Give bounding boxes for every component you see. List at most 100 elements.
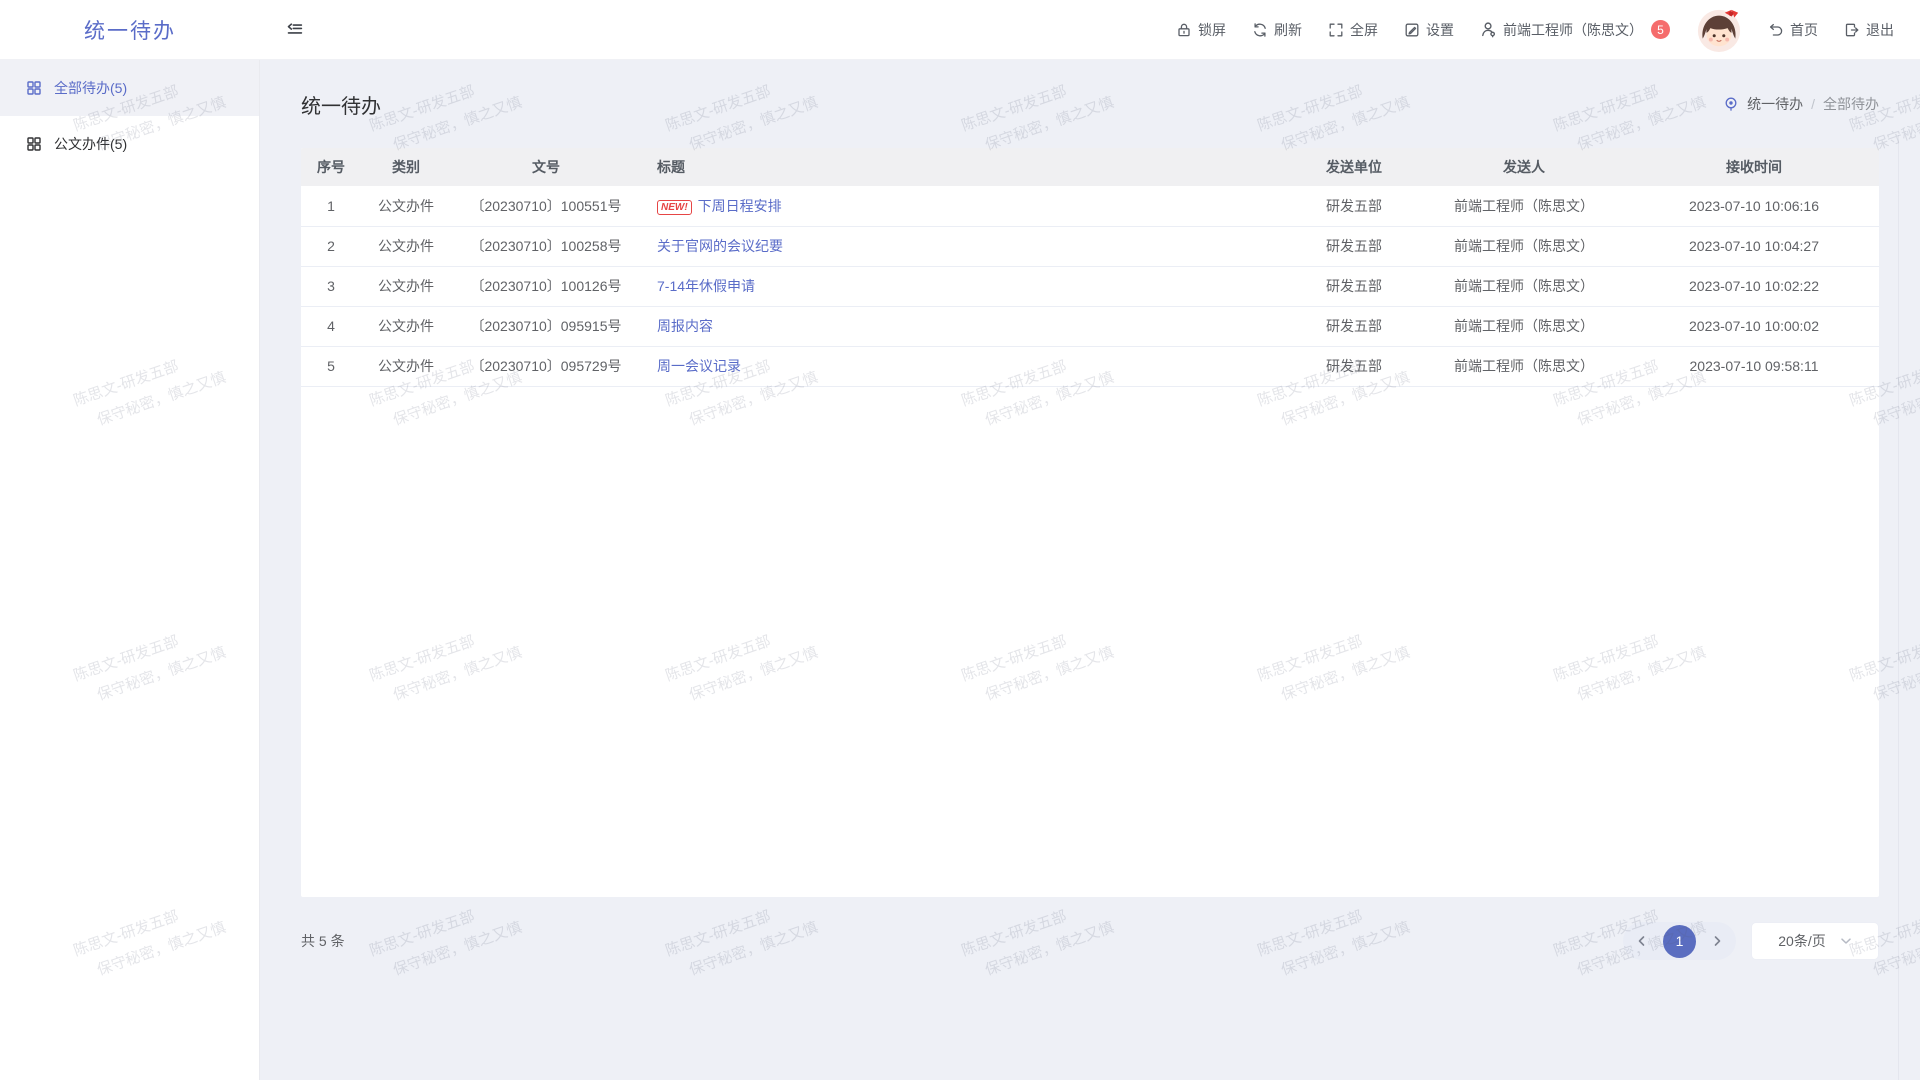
todo-table: 序号 类别 文号 标题 发送单位 发送人 接收时间 1公文办件〔20230710… — [301, 148, 1879, 387]
row-no: 2 — [301, 226, 361, 266]
page-size-value: 20条/页 — [1778, 931, 1825, 951]
table-card: 序号 类别 文号 标题 发送单位 发送人 接收时间 1公文办件〔20230710… — [301, 148, 1879, 897]
logout-button[interactable]: 退出 — [1844, 20, 1894, 40]
breadcrumb: 统一待办 / 全部待办 — [1723, 94, 1879, 114]
grid-icon — [26, 136, 42, 152]
row-doc-no: 〔20230710〕100258号 — [451, 226, 641, 266]
sidebar-item-official-doc[interactable]: 公文办件(5) — [0, 116, 259, 172]
app-header: 统一待办 锁屏 刷新 — [0, 0, 1920, 60]
row-no: 5 — [301, 346, 361, 386]
col-header-doc-no: 文号 — [451, 148, 641, 186]
main-content: 统一待办 统一待办 / 全部待办 序号 类别 文号 标题 — [260, 60, 1920, 1080]
page-title: 统一待办 — [301, 90, 381, 119]
row-time: 2023-07-10 10:06:16 — [1629, 186, 1879, 226]
grid-icon — [26, 80, 42, 96]
prev-page-button[interactable] — [1631, 930, 1653, 952]
lock-icon — [1176, 22, 1192, 38]
current-user[interactable]: 前端工程师（陈思文） 5 — [1480, 20, 1670, 40]
breadcrumb-separator: / — [1811, 96, 1815, 112]
user-name-label: 前端工程师（陈思文） — [1503, 20, 1643, 40]
refresh-icon — [1252, 22, 1268, 38]
row-title-link[interactable]: 7-14年休假申请 — [657, 278, 755, 294]
fullscreen-icon — [1328, 22, 1344, 38]
row-sender: 前端工程师（陈思文） — [1419, 346, 1629, 386]
logout-icon — [1844, 22, 1860, 38]
todo-count-badge: 5 — [1651, 20, 1670, 39]
scrollbar-track[interactable] — [1898, 135, 1899, 1080]
row-title-link[interactable]: 关于官网的会议纪要 — [657, 238, 783, 254]
home-label: 首页 — [1790, 20, 1818, 40]
col-header-title: 标题 — [641, 148, 1289, 186]
row-title-cell: 7-14年休假申请 — [641, 266, 1289, 306]
avatar[interactable] — [1696, 7, 1742, 53]
page-size-select[interactable]: 20条/页 — [1751, 922, 1879, 960]
col-header-time: 接收时间 — [1629, 148, 1879, 186]
settings-label: 设置 — [1426, 20, 1454, 40]
col-header-unit: 发送单位 — [1289, 148, 1419, 186]
row-unit: 研发五部 — [1289, 226, 1419, 266]
lock-screen-label: 锁屏 — [1198, 20, 1226, 40]
row-title-cell: 关于官网的会议纪要 — [641, 226, 1289, 266]
lock-screen-button[interactable]: 锁屏 — [1176, 20, 1226, 40]
new-badge: NEW! — [657, 200, 692, 215]
table-row: 2公文办件〔20230710〕100258号关于官网的会议纪要研发五部前端工程师… — [301, 226, 1879, 266]
row-category: 公文办件 — [361, 226, 451, 266]
row-no: 1 — [301, 186, 361, 226]
row-doc-no: 〔20230710〕100551号 — [451, 186, 641, 226]
row-sender: 前端工程师（陈思文） — [1419, 306, 1629, 346]
chevron-down-icon — [1840, 935, 1852, 947]
table-header-row: 序号 类别 文号 标题 发送单位 发送人 接收时间 — [301, 148, 1879, 186]
total-count-label: 共 5 条 — [301, 931, 345, 951]
user-icon — [1480, 21, 1497, 38]
col-header-category: 类别 — [361, 148, 451, 186]
row-sender: 前端工程师（陈思文） — [1419, 186, 1629, 226]
menu-fold-icon[interactable] — [286, 21, 304, 39]
logout-label: 退出 — [1866, 20, 1894, 40]
breadcrumb-item-current: 全部待办 — [1823, 94, 1879, 114]
row-unit: 研发五部 — [1289, 306, 1419, 346]
pagination-bar: 共 5 条 1 20条/页 — [301, 922, 1879, 960]
row-time: 2023-07-10 10:04:27 — [1629, 226, 1879, 266]
sidebar-item-all-todo[interactable]: 全部待办(5) — [0, 60, 259, 116]
sidebar-item-label: 全部待办(5) — [54, 78, 127, 98]
return-home-icon — [1768, 22, 1784, 38]
row-title-link[interactable]: 周报内容 — [657, 318, 713, 334]
app-logo: 统一待办 — [0, 15, 260, 45]
location-pin-icon — [1723, 96, 1739, 112]
refresh-button[interactable]: 刷新 — [1252, 20, 1302, 40]
row-sender: 前端工程师（陈思文） — [1419, 266, 1629, 306]
row-unit: 研发五部 — [1289, 186, 1419, 226]
row-doc-no: 〔20230710〕095729号 — [451, 346, 641, 386]
row-time: 2023-07-10 09:58:11 — [1629, 346, 1879, 386]
col-header-no: 序号 — [301, 148, 361, 186]
row-title-link[interactable]: 下周日程安排 — [698, 198, 782, 214]
breadcrumb-item-first[interactable]: 统一待办 — [1747, 94, 1803, 114]
home-button[interactable]: 首页 — [1768, 20, 1818, 40]
row-category: 公文办件 — [361, 306, 451, 346]
row-title-cell: 周报内容 — [641, 306, 1289, 346]
next-page-button[interactable] — [1706, 930, 1728, 952]
refresh-label: 刷新 — [1274, 20, 1302, 40]
row-doc-no: 〔20230710〕095915号 — [451, 306, 641, 346]
table-row: 4公文办件〔20230710〕095915号周报内容 研发五部前端工程师（陈思文）… — [301, 306, 1879, 346]
settings-edit-icon — [1404, 22, 1420, 38]
table-row: 5公文办件〔20230710〕095729号周一会议记录研发五部前端工程师（陈思… — [301, 346, 1879, 386]
row-category: 公文办件 — [361, 186, 451, 226]
row-title-cell: NEW! 下周日程安排 — [641, 186, 1289, 226]
table-body: 1公文办件〔20230710〕100551号NEW!下周日程安排研发五部前端工程… — [301, 186, 1879, 386]
row-time: 2023-07-10 10:02:22 — [1629, 266, 1879, 306]
pager: 1 — [1623, 922, 1736, 960]
row-title-cell: 周一会议记录 — [641, 346, 1289, 386]
row-title-link[interactable]: 周一会议记录 — [657, 358, 741, 374]
fullscreen-button[interactable]: 全屏 — [1328, 20, 1378, 40]
sidebar: 全部待办(5) 公文办件(5) — [0, 60, 260, 1080]
row-unit: 研发五部 — [1289, 346, 1419, 386]
table-row: 1公文办件〔20230710〕100551号 NEW! 下周日程安排 研发五部前端工程… — [301, 186, 1879, 226]
row-doc-no: 〔20230710〕100126号 — [451, 266, 641, 306]
sidebar-item-label: 公文办件(5) — [54, 134, 127, 154]
row-no: 4 — [301, 306, 361, 346]
row-category: 公文办件 — [361, 266, 451, 306]
page-number-current[interactable]: 1 — [1663, 925, 1696, 958]
col-header-sender: 发送人 — [1419, 148, 1629, 186]
settings-button[interactable]: 设置 — [1404, 20, 1454, 40]
